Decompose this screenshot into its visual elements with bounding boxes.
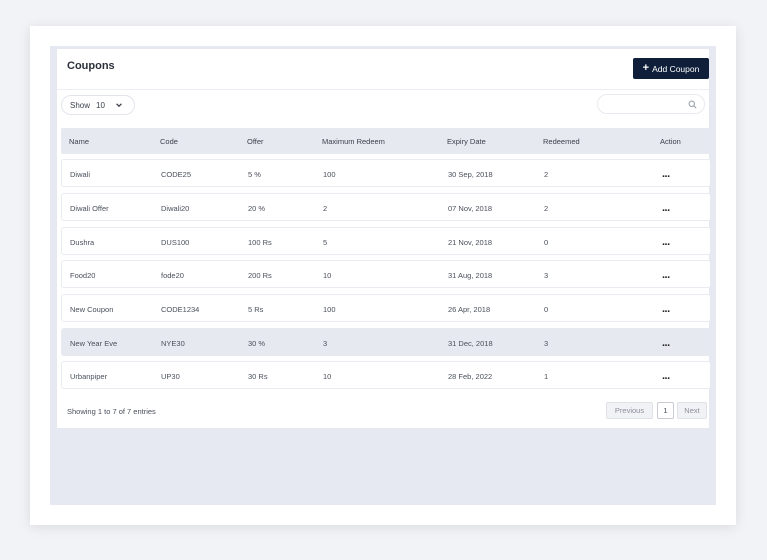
page-1-button[interactable]: 1 bbox=[657, 402, 674, 419]
cell-expiry-date: 31 Dec, 2018 bbox=[448, 339, 493, 348]
cell-code: fode20 bbox=[161, 271, 184, 280]
cell-name: Urbanpiper bbox=[70, 372, 108, 381]
cell-expiry-date: 28 Feb, 2022 bbox=[448, 372, 493, 381]
cell-name: Diwali Offer bbox=[70, 204, 109, 213]
cell-maximum-redeem: 5 bbox=[323, 238, 328, 247]
cell-offer: 30 % bbox=[248, 339, 266, 348]
show-value: 10 bbox=[96, 100, 105, 110]
column-header-action: Action bbox=[660, 137, 681, 146]
column-header-redeemed: Redeemed bbox=[543, 137, 580, 146]
column-header-expiry-date: Expiry Date bbox=[447, 137, 486, 146]
table-row[interactable]: Diwali CODE25 5 % 100 30 Sep, 2018 2... bbox=[61, 159, 711, 187]
table-row[interactable]: Dushra DUS100 100 Rs 5 21 Nov, 2018 0... bbox=[61, 227, 711, 255]
show-label: Show bbox=[70, 100, 91, 110]
cell-expiry-date: 07 Nov, 2018 bbox=[448, 204, 493, 213]
cell-offer: 20 % bbox=[248, 204, 266, 213]
cell-offer: 5 % bbox=[248, 170, 261, 179]
plus-icon: + bbox=[642, 62, 650, 74]
column-header-offer: Offer bbox=[247, 137, 264, 146]
cell-redeemed: 1 bbox=[544, 372, 549, 381]
page-title: Coupons bbox=[67, 60, 115, 72]
cell-redeemed: 0 bbox=[544, 238, 549, 247]
cell-expiry-date: 26 Apr, 2018 bbox=[448, 305, 491, 314]
cell-redeemed: 2 bbox=[544, 170, 549, 179]
cell-offer: 30 Rs bbox=[248, 372, 268, 381]
cell-code: CODE1234 bbox=[161, 305, 200, 314]
cell-expiry-date: 30 Sep, 2018 bbox=[448, 170, 493, 179]
entries-info: Showing 1 to 7 of 7 entries bbox=[67, 407, 156, 416]
cell-name: Dushra bbox=[70, 238, 95, 247]
cell-redeemed: 2 bbox=[544, 204, 549, 213]
cell-code: Diwali20 bbox=[161, 204, 190, 213]
next-page-button[interactable]: Next bbox=[677, 402, 707, 419]
cell-offer: 200 Rs bbox=[248, 271, 272, 280]
coupons-card: Coupons + Add Coupon Show 10 Name Code O… bbox=[56, 48, 711, 429]
cell-expiry-date: 31 Aug, 2018 bbox=[448, 271, 493, 280]
show-entries-select[interactable]: Show 10 bbox=[61, 95, 135, 115]
column-header-name: Name bbox=[69, 137, 90, 146]
table-row[interactable]: New Coupon CODE1234 5 Rs 100 26 Apr, 2018 0..… bbox=[61, 294, 711, 322]
app-frame: Coupons + Add Coupon Show 10 Name Code O… bbox=[30, 26, 736, 525]
cell-maximum-redeem: 2 bbox=[323, 204, 328, 213]
chevron-down-icon bbox=[116, 103, 122, 108]
cell-redeemed: 3 bbox=[544, 271, 549, 280]
cell-code: CODE25 bbox=[161, 170, 192, 179]
more-horizontal-icon[interactable]: ... bbox=[662, 270, 676, 282]
cell-redeemed: 0 bbox=[544, 305, 549, 314]
cell-maximum-redeem: 100 bbox=[323, 305, 336, 314]
add-coupon-button[interactable]: + Add Coupon bbox=[633, 58, 709, 79]
cell-expiry-date: 21 Nov, 2018 bbox=[448, 238, 493, 247]
cell-offer: 100 Rs bbox=[248, 238, 272, 247]
card-header: Coupons + Add Coupon bbox=[57, 49, 709, 90]
cell-name: New Coupon bbox=[70, 305, 114, 314]
cell-redeemed: 3 bbox=[544, 339, 549, 348]
more-horizontal-icon[interactable]: ... bbox=[662, 371, 676, 383]
add-coupon-label: Add Coupon bbox=[652, 63, 700, 74]
table-row[interactable]: New Year Eve NYE30 30 % 3 31 Dec, 2018 3... bbox=[61, 328, 711, 356]
more-horizontal-icon[interactable]: ... bbox=[662, 338, 676, 350]
table-header: Name Code Offer Maximum Redeem Expiry Da… bbox=[61, 128, 711, 154]
column-header-code: Code bbox=[160, 137, 178, 146]
more-horizontal-icon[interactable]: ... bbox=[662, 304, 676, 316]
search-box[interactable] bbox=[597, 94, 705, 114]
previous-page-button[interactable]: Previous bbox=[606, 402, 653, 419]
cell-offer: 5 Rs bbox=[248, 305, 264, 314]
table-row[interactable]: Food20 fode20 200 Rs 10 31 Aug, 2018 3... bbox=[61, 260, 711, 288]
search-input[interactable] bbox=[604, 97, 688, 113]
cell-maximum-redeem: 3 bbox=[323, 339, 328, 348]
more-horizontal-icon[interactable]: ... bbox=[662, 203, 676, 215]
more-horizontal-icon[interactable]: ... bbox=[662, 237, 676, 249]
cell-maximum-redeem: 10 bbox=[323, 271, 332, 280]
more-horizontal-icon[interactable]: ... bbox=[662, 169, 676, 181]
table-row[interactable]: Urbanpiper UP30 30 Rs 10 28 Feb, 2022 1... bbox=[61, 361, 711, 389]
cell-name: New Year Eve bbox=[70, 339, 118, 348]
column-header-maximum-redeem: Maximum Redeem bbox=[322, 137, 385, 146]
table-row[interactable]: Diwali Offer Diwali20 20 % 2 07 Nov, 2018 2..… bbox=[61, 193, 711, 221]
cell-maximum-redeem: 10 bbox=[323, 372, 332, 381]
cell-maximum-redeem: 100 bbox=[323, 170, 336, 179]
cell-code: UP30 bbox=[161, 372, 180, 381]
cell-name: Food20 bbox=[70, 271, 96, 280]
cell-code: NYE30 bbox=[161, 339, 185, 348]
search-icon[interactable] bbox=[688, 100, 697, 109]
cell-code: DUS100 bbox=[161, 238, 190, 247]
cell-name: Diwali bbox=[70, 170, 91, 179]
content-area: Coupons + Add Coupon Show 10 Name Code O… bbox=[50, 46, 716, 505]
